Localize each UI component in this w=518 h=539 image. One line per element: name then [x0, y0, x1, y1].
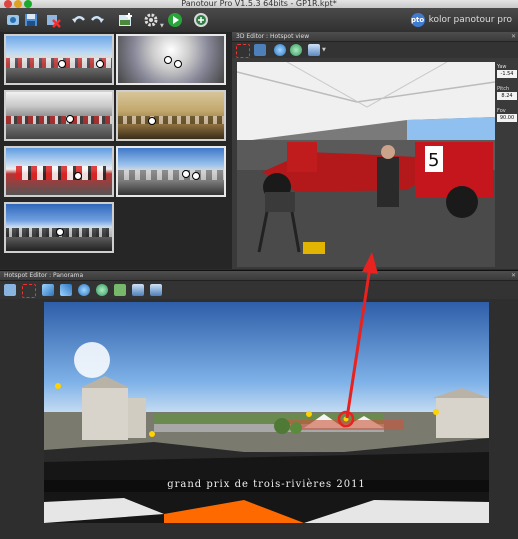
annotation-arrow: [345, 252, 378, 419]
